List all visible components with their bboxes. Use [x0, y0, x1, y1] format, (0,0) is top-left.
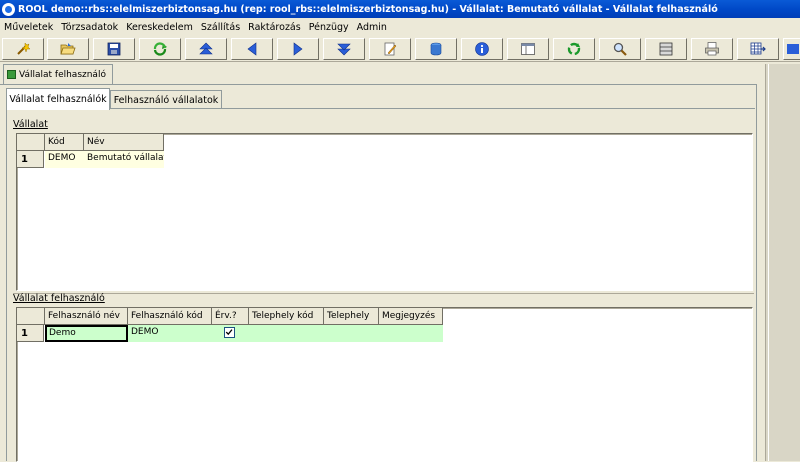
window-title: ROOL demo::rbs::elelmiszerbiztonsag.hu (… — [18, 3, 718, 15]
tab-felhasznalo-vallalatok[interactable]: Felhasználó vállalatok — [110, 90, 222, 110]
column-header-nev[interactable]: Név — [84, 134, 164, 151]
info-button[interactable] — [461, 38, 503, 60]
save-icon — [107, 42, 121, 56]
column-header-telephely[interactable]: Telephely — [324, 308, 379, 325]
cell-felhasznalo-kod[interactable]: DEMO — [128, 325, 212, 342]
table-arrow-icon — [750, 42, 766, 55]
section-divider — [13, 293, 754, 294]
form-tab-icon — [7, 70, 16, 79]
row-indicator[interactable]: 1 — [17, 151, 44, 168]
toolbar — [0, 36, 800, 62]
more-table-icon — [787, 44, 799, 54]
menu-bar: Műveletek Törzsadatok Kereskedelem Száll… — [0, 18, 800, 36]
menu-torzsadatok[interactable]: Törzsadatok — [61, 22, 118, 33]
first-record-icon — [199, 42, 213, 55]
app-icon — [2, 2, 15, 16]
menu-szallitas[interactable]: Szállítás — [201, 22, 240, 33]
database-icon — [430, 42, 442, 56]
menu-muveletek[interactable]: Műveletek — [4, 22, 53, 33]
menu-penzugy[interactable]: Pénzügy — [309, 22, 349, 33]
database-button[interactable] — [415, 38, 457, 60]
last-record-button[interactable] — [323, 38, 365, 60]
column-header-telephely-kod[interactable]: Telephely kód — [249, 308, 324, 325]
refresh-button[interactable] — [139, 38, 181, 60]
cell-telephely-kod[interactable] — [249, 325, 324, 342]
column-header-megjegyzes[interactable]: Megjegyzés — [379, 308, 443, 325]
wand-button[interactable] — [2, 38, 44, 60]
check-mark-icon — [225, 329, 233, 336]
inner-tab-label: Vállalat felhasználók — [9, 94, 107, 105]
refresh-green-icon — [153, 42, 167, 56]
next-button[interactable] — [277, 38, 319, 60]
layout-button[interactable] — [507, 38, 549, 60]
folder-open-icon — [60, 43, 76, 55]
more-toolbar-button[interactable] — [783, 38, 800, 60]
cell-nev[interactable]: Bemutató vállalat — [84, 151, 164, 168]
first-record-button[interactable] — [185, 38, 227, 60]
right-side-panel — [765, 64, 800, 461]
cell-megjegyzes[interactable] — [379, 325, 443, 342]
layout-icon — [521, 43, 535, 55]
row-indicator[interactable]: 1 — [17, 325, 44, 342]
erv-checkbox[interactable] — [224, 327, 235, 338]
column-header-felhasznalo-kod[interactable]: Felhasználó kód — [128, 308, 212, 325]
tab-vallalat-felhasznalok[interactable]: Vállalat felhasználók — [6, 88, 110, 110]
next-icon — [293, 42, 303, 56]
print-button[interactable] — [691, 38, 733, 60]
company-grid[interactable]: Kód Név 1 DEMO Bemutató vállalat — [16, 133, 753, 291]
user-grid[interactable]: Felhasználó név Felhasználó kód Érv.? Te… — [16, 307, 753, 462]
search-icon — [613, 42, 627, 56]
company-section-label: Vállalat — [13, 119, 48, 130]
grid-corner — [17, 134, 45, 151]
right-side-divider — [768, 64, 769, 461]
cell-kod[interactable]: DEMO — [45, 151, 84, 168]
open-button[interactable] — [47, 38, 89, 60]
column-header-erv[interactable]: Érv.? — [212, 308, 249, 325]
menu-kereskedelem[interactable]: Kereskedelem — [126, 22, 193, 33]
window-title-bar[interactable]: ROOL demo::rbs::elelmiszerbiztonsag.hu (… — [0, 0, 800, 18]
table-arrow-button[interactable] — [737, 38, 779, 60]
info-icon — [475, 42, 489, 56]
previous-icon — [247, 42, 257, 56]
previous-button[interactable] — [231, 38, 273, 60]
save-button[interactable] — [93, 38, 135, 60]
grid-corner — [17, 308, 45, 325]
column-header-felhasznalo-nev[interactable]: Felhasználó név — [45, 308, 128, 325]
tab-vallalat-felhasznalo[interactable]: Vállalat felhasználó — [3, 64, 113, 84]
cell-telephely[interactable] — [324, 325, 379, 342]
wand-icon — [17, 42, 31, 55]
outer-tab-label: Vállalat felhasználó — [19, 69, 106, 80]
recycle-icon — [567, 42, 581, 56]
edit-button[interactable] — [369, 38, 411, 60]
columns-icon — [659, 42, 673, 56]
user-section-label: Vállalat felhasználó — [13, 293, 105, 304]
last-record-icon — [337, 43, 351, 56]
columns-button[interactable] — [645, 38, 687, 60]
menu-raktarozas[interactable]: Raktározás — [248, 22, 301, 33]
inner-tab-label: Felhasználó vállalatok — [113, 95, 219, 106]
inner-tab-panel: Vállalat Kód Név 1 DEMO Bemutató vállala… — [6, 108, 755, 462]
search-button[interactable] — [599, 38, 641, 60]
column-header-kod[interactable]: Kód — [45, 134, 84, 151]
menu-admin[interactable]: Admin — [357, 22, 387, 33]
edit-icon — [384, 42, 397, 56]
print-icon — [705, 42, 719, 56]
cell-felhasznalo-nev[interactable]: Demo — [45, 325, 128, 342]
recycle-button[interactable] — [553, 38, 595, 60]
cell-erv[interactable] — [212, 325, 249, 342]
